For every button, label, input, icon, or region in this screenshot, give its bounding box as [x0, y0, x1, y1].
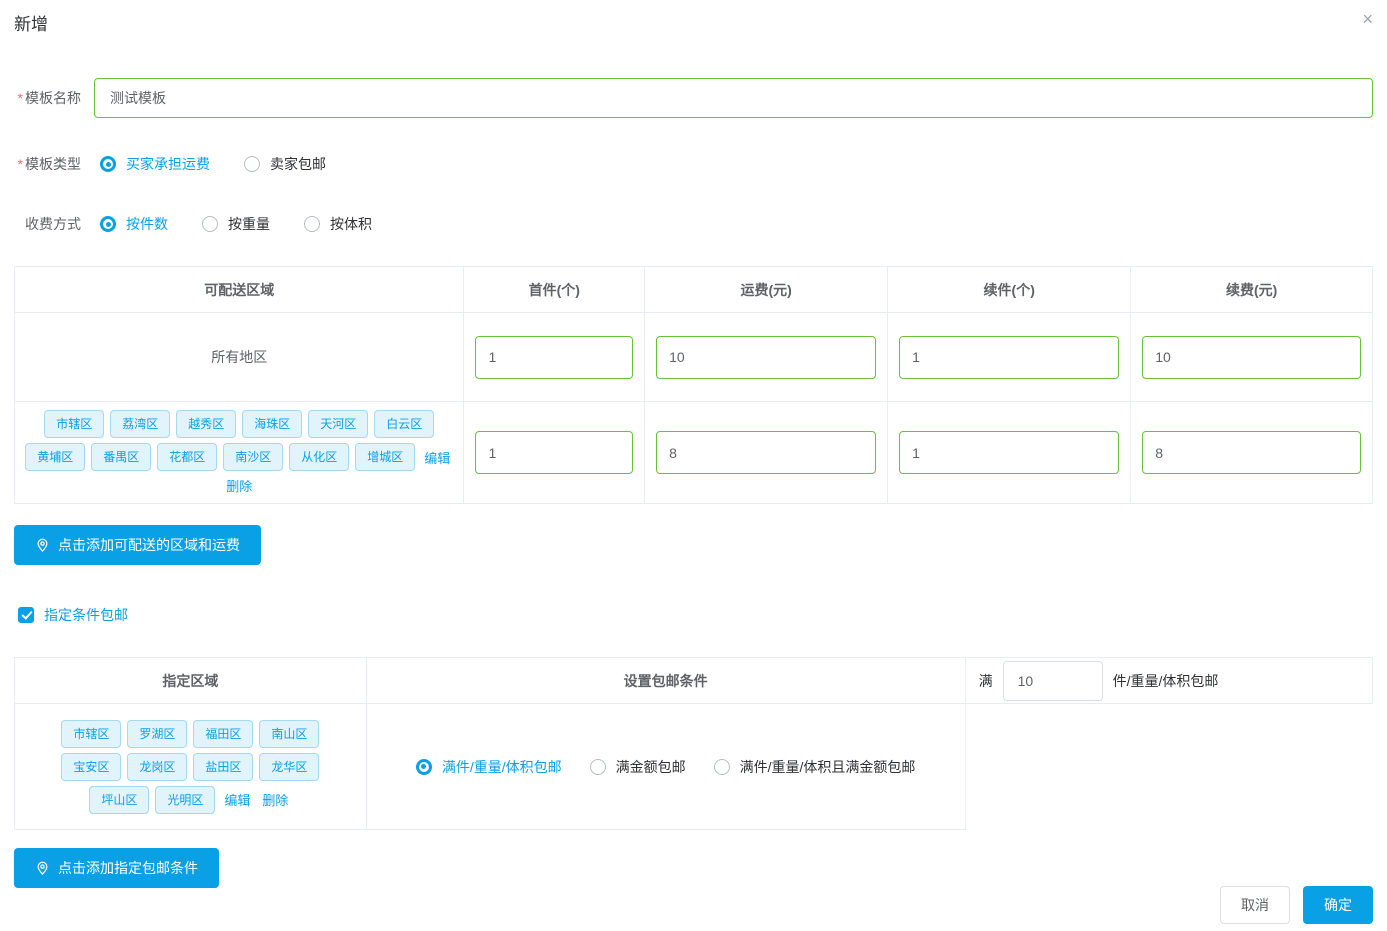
- additional-qty-input[interactable]: [899, 336, 1119, 379]
- close-icon[interactable]: ×: [1362, 10, 1373, 28]
- template-type-label: *模板类型: [14, 154, 81, 174]
- region-tag-list: 市辖区 罗湖区 福田区 南山区 宝安区 龙岗区 盐田区 龙华区 坪山区 光明区 …: [20, 712, 360, 822]
- additional-fee-input[interactable]: [1142, 431, 1361, 474]
- template-name-label: *模板名称: [14, 88, 81, 108]
- region-tag: 荔湾区: [110, 410, 170, 438]
- location-pin-icon: [35, 538, 50, 553]
- charge-method-label: 收费方式: [14, 214, 81, 234]
- radio-unselected-icon: [304, 216, 320, 232]
- region-tag: 从化区: [289, 443, 349, 471]
- location-pin-icon: [35, 861, 50, 876]
- radio-buyer-pays-shipping[interactable]: 买家承担运费: [100, 154, 210, 174]
- radio-unselected-icon: [244, 156, 260, 172]
- radio-seller-free-shipping[interactable]: 卖家包邮: [244, 154, 326, 174]
- region-tag: 南沙区: [223, 443, 283, 471]
- table-row-guangzhou-districts: 市辖区 荔湾区 越秀区 海珠区 天河区 白云区 黄埔区 番禺区 花都区 南沙区 …: [15, 402, 1373, 504]
- radio-unselected-icon: [714, 759, 730, 775]
- radio-selected-icon: [100, 216, 116, 232]
- header-additional-qty: 续件(个): [888, 267, 1131, 313]
- table-row-shenzhen-districts: 市辖区 罗湖区 福田区 南山区 宝安区 龙岗区 盐田区 龙华区 坪山区 光明区 …: [15, 704, 1373, 830]
- add-template-dialog: 新增 × *模板名称 *模板类型 买家承担运费 卖家包邮 收费方式 按件数: [0, 0, 1387, 931]
- header-condition-setting: 设置包邮条件: [366, 658, 965, 704]
- dialog-footer: 取消 确定: [1220, 886, 1373, 924]
- required-asterisk: *: [18, 90, 23, 106]
- header-first-qty: 首件(个): [464, 267, 645, 313]
- threshold-prefix: 满: [979, 671, 993, 691]
- header-deliverable-region: 可配送区域: [15, 267, 464, 313]
- confirm-button[interactable]: 确定: [1303, 886, 1373, 924]
- region-tag: 光明区: [155, 786, 215, 814]
- radio-selected-icon: [100, 156, 116, 172]
- condition-table-header-row: 指定区域 设置包邮条件 满 件/重量/体积包邮: [15, 658, 1373, 704]
- checkbox-checked-icon: [18, 607, 34, 623]
- shipping-table-header-row: 可配送区域 首件(个) 运费(元) 续件(个) 续费(元): [15, 267, 1373, 313]
- region-tag: 市辖区: [44, 410, 104, 438]
- region-tag: 龙岗区: [127, 753, 187, 781]
- additional-qty-input[interactable]: [899, 431, 1119, 474]
- conditional-free-shipping-toggle[interactable]: 指定条件包邮: [18, 605, 1373, 625]
- shipping-fee-input[interactable]: [656, 336, 876, 379]
- region-tag: 番禺区: [91, 443, 151, 471]
- edit-region-link[interactable]: 编辑: [421, 448, 453, 467]
- region-tag: 白云区: [374, 410, 434, 438]
- region-tag: 增城区: [355, 443, 415, 471]
- threshold-setting: 满 件/重量/体积包邮: [979, 661, 1372, 701]
- edit-region-link[interactable]: 编辑: [221, 790, 253, 809]
- region-tag: 花都区: [157, 443, 217, 471]
- add-region-fee-button[interactable]: 点击添加可配送的区域和运费: [14, 525, 261, 565]
- additional-fee-input[interactable]: [1142, 336, 1361, 379]
- first-qty-input[interactable]: [475, 336, 633, 379]
- region-tag: 天河区: [308, 410, 368, 438]
- shipping-fee-table: 可配送区域 首件(个) 运费(元) 续件(个) 续费(元) 所有地区 市辖区 荔…: [14, 266, 1373, 504]
- region-tag: 福田区: [193, 720, 253, 748]
- radio-by-volume[interactable]: 按体积: [304, 214, 372, 234]
- header-shipping-fee: 运费(元): [645, 267, 888, 313]
- first-qty-input[interactable]: [475, 431, 633, 474]
- region-tag: 龙华区: [259, 753, 319, 781]
- radio-unselected-icon: [590, 759, 606, 775]
- radio-by-weight[interactable]: 按重量: [202, 214, 270, 234]
- region-tag: 越秀区: [176, 410, 236, 438]
- free-shipping-condition-table: 指定区域 设置包邮条件 满 件/重量/体积包邮 市辖区 罗湖区 福田区: [14, 657, 1373, 830]
- cancel-button[interactable]: 取消: [1220, 886, 1290, 924]
- region-tag: 宝安区: [61, 753, 121, 781]
- header-empty: 满 件/重量/体积包邮: [965, 658, 1372, 704]
- header-designated-region: 指定区域: [15, 658, 367, 704]
- threshold-value-input[interactable]: [1003, 661, 1103, 701]
- template-name-row: *模板名称: [14, 78, 1373, 118]
- region-tag: 坪山区: [89, 786, 149, 814]
- region-tag: 海珠区: [242, 410, 302, 438]
- radio-qty-weight-volume-free[interactable]: 满件/重量/体积包邮: [416, 757, 562, 777]
- region-tag: 市辖区: [61, 720, 121, 748]
- template-name-input[interactable]: [94, 78, 1373, 118]
- charge-method-row: 收费方式 按件数 按重量 按体积: [14, 214, 1373, 234]
- region-tag-list: 市辖区 荔湾区 越秀区 海珠区 天河区 白云区 黄埔区 番禺区 花都区 南沙区 …: [15, 402, 463, 503]
- dialog-title: 新增: [14, 14, 1373, 36]
- radio-by-piece-count[interactable]: 按件数: [100, 214, 168, 234]
- region-tag: 罗湖区: [127, 720, 187, 748]
- template-type-radio-group: 买家承担运费 卖家包邮: [100, 154, 360, 174]
- region-tag: 黄埔区: [25, 443, 85, 471]
- radio-qty-and-amount-free[interactable]: 满件/重量/体积且满金额包邮: [714, 757, 916, 777]
- add-free-shipping-condition-button[interactable]: 点击添加指定包邮条件: [14, 848, 219, 888]
- radio-amount-free[interactable]: 满金额包邮: [590, 757, 686, 777]
- header-additional-fee: 续费(元): [1131, 267, 1373, 313]
- region-tag: 盐田区: [193, 753, 253, 781]
- region-tag: 南山区: [259, 720, 319, 748]
- radio-selected-icon: [416, 759, 432, 775]
- charge-method-radio-group: 按件数 按重量 按体积: [100, 214, 406, 234]
- threshold-suffix: 件/重量/体积包邮: [1113, 671, 1219, 691]
- delete-region-link[interactable]: 删除: [259, 790, 291, 809]
- template-type-row: *模板类型 买家承担运费 卖家包邮: [14, 154, 1373, 174]
- shipping-fee-input[interactable]: [656, 431, 876, 474]
- conditional-free-shipping-label: 指定条件包邮: [44, 605, 128, 625]
- required-asterisk: *: [18, 156, 23, 172]
- region-cell: 所有地区: [15, 313, 464, 402]
- delete-region-link[interactable]: 删除: [223, 476, 255, 495]
- table-row-all-regions: 所有地区: [15, 313, 1373, 402]
- condition-radio-group: 满件/重量/体积包邮 满金额包邮 满件/重量/体积且满金额包邮: [367, 757, 965, 777]
- radio-unselected-icon: [202, 216, 218, 232]
